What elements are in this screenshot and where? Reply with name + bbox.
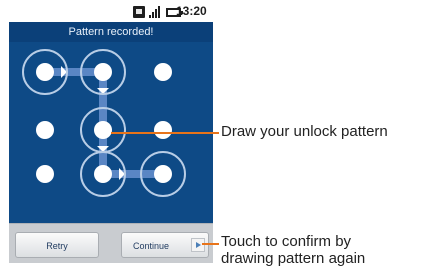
pattern-dot[interactable] [36, 165, 54, 183]
status-bar: 13:20 [9, 0, 213, 22]
pattern-status-text: Pattern recorded! [9, 22, 213, 42]
signal-icon [149, 6, 160, 18]
pattern-callout-line [111, 132, 219, 134]
continue-label: Continue [133, 241, 170, 251]
status-icons [133, 4, 183, 18]
confirm-callout-text-1: Touch to confirm by [221, 233, 352, 250]
confirm-callout-text-2: drawing pattern again [221, 250, 366, 267]
continue-arrow-icon [191, 238, 205, 252]
pattern-dot[interactable] [154, 63, 172, 81]
bottom-button-bar: Retry Continue [9, 223, 213, 263]
phone-screen: 13:20 Pattern recorded! Retry Continue [9, 0, 213, 263]
continue-button[interactable]: Continue [121, 232, 209, 258]
pattern-callout-text: Draw your unlock pattern [221, 123, 388, 140]
retry-button[interactable]: Retry [15, 232, 99, 258]
status-time: 13:20 [176, 4, 207, 18]
pattern-dot[interactable] [36, 121, 54, 139]
pattern-dot[interactable] [154, 121, 172, 139]
confirm-callout-line [202, 243, 219, 245]
sim-icon [133, 6, 145, 18]
